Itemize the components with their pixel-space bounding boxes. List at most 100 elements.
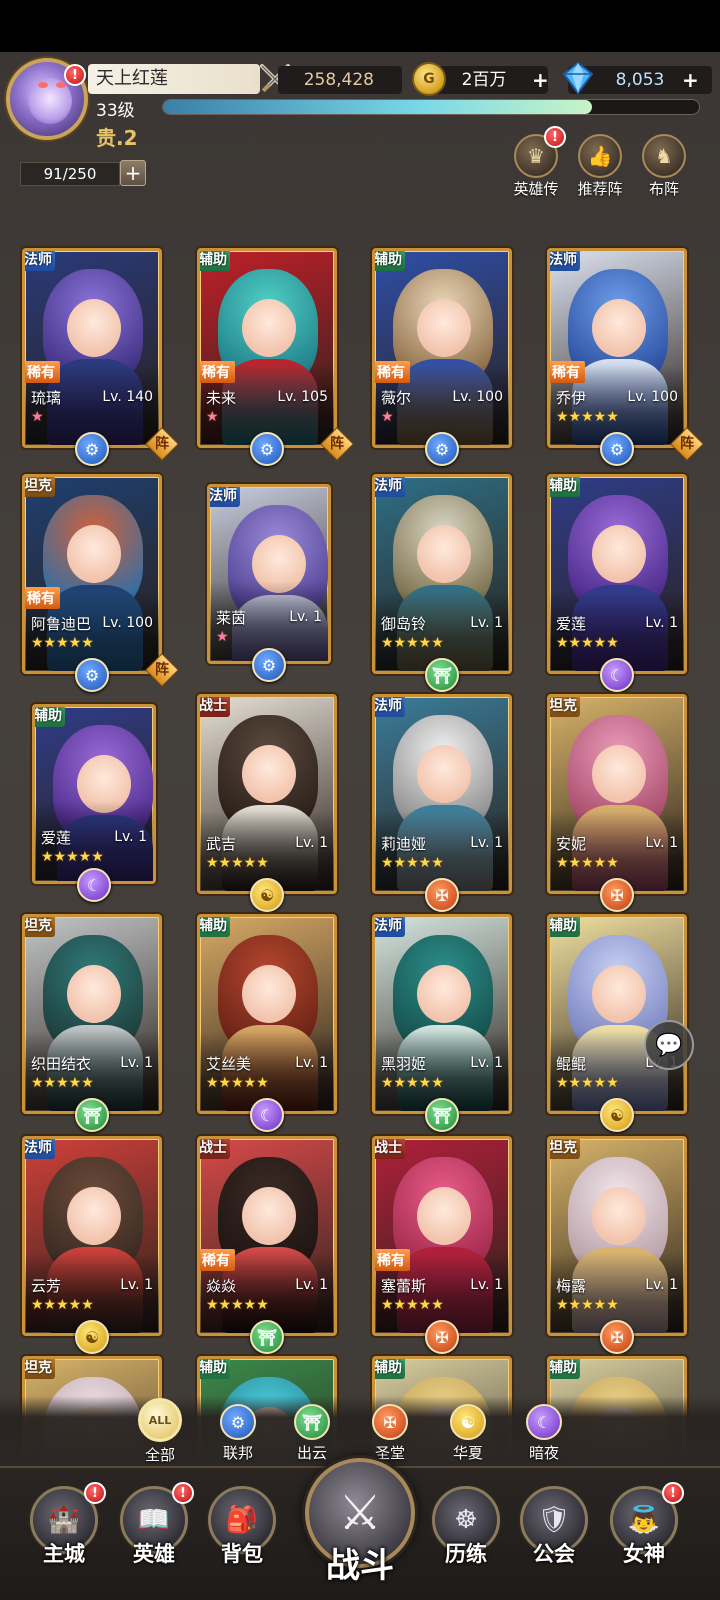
- hero-name: 黑羽姬: [381, 1055, 427, 1073]
- chat-bubble-icon[interactable]: 💬: [644, 1020, 694, 1070]
- hero-role-tag: 辅助: [200, 251, 230, 271]
- combat-power-value: 258,428: [278, 66, 402, 94]
- hero-portrait-face: [242, 965, 296, 1023]
- hero-card[interactable]: 法师 稀有 乔伊 Lv. 100 ★★★★★: [547, 248, 687, 448]
- goddess-alert-icon: !: [662, 1482, 684, 1504]
- hero-name: 安妮: [556, 835, 587, 853]
- hero-portrait-face: [242, 1187, 296, 1245]
- filter-shengtang[interactable]: ✠ 圣堂: [360, 1404, 420, 1463]
- hero-card[interactable]: 辅助 艾丝美 Lv. 1 ★★★★★: [197, 914, 337, 1114]
- hero-role-tag: 法师: [375, 917, 405, 937]
- filter-huaxia-label: 华夏: [452, 1444, 483, 1462]
- moon-icon: ☾: [600, 658, 634, 692]
- gear-icon: ⚙: [250, 432, 284, 466]
- nav-guild[interactable]: 🛡 公会: [514, 1486, 594, 1568]
- hero-portrait-face: [67, 299, 121, 357]
- avatar-eye: [56, 82, 66, 88]
- hero-card[interactable]: 法师 莱茵 Lv. 1 ★: [207, 484, 331, 664]
- filter-anye[interactable]: ☾ 暗夜: [514, 1404, 574, 1463]
- hero-card[interactable]: 法师 莉迪娅 Lv. 1 ★★★★★: [372, 694, 512, 894]
- hero-role-tag: 坦克: [25, 1359, 55, 1379]
- hero-card[interactable]: 坦克 织田结衣 Lv. 1 ★★★★★: [22, 914, 162, 1114]
- hero-card[interactable]: 坦克 梅露 Lv. 1 ★★★★★: [547, 1136, 687, 1336]
- add-gems-button[interactable]: +: [682, 70, 699, 90]
- hero-name: 鲲鲲: [556, 1055, 587, 1073]
- vip-level: 贵.2: [96, 126, 138, 150]
- hero-card[interactable]: 坦克 稀有 阿鲁迪巴 Lv. 100 ★★★★★: [22, 474, 162, 674]
- hero-name: 爱莲: [41, 829, 72, 847]
- hero-role-tag: 辅助: [375, 1359, 405, 1379]
- recommended-lineup-label: 推荐阵: [577, 180, 623, 198]
- hero-star-rating: ★★★★★: [206, 855, 269, 871]
- add-gold-button[interactable]: +: [532, 70, 549, 90]
- hero-level: Lv. 140: [102, 389, 153, 405]
- gear-icon: ⚙: [75, 658, 109, 692]
- hero-card[interactable]: 辅助 爱莲 Lv. 1 ★★★★★: [547, 474, 687, 674]
- moon-icon: ☾: [77, 868, 111, 902]
- formation-button[interactable]: ♞ 布阵: [634, 134, 694, 199]
- hero-level: Lv. 100: [452, 389, 503, 405]
- hero-level: Lv. 1: [645, 1277, 678, 1293]
- hero-card[interactable]: 法师 稀有 琉璃 Lv. 140 ★: [22, 248, 162, 448]
- hero-name: 梅露: [556, 1277, 587, 1295]
- nav-training[interactable]: ☸ 历练: [426, 1486, 506, 1568]
- bottom-navigation: 🏰 主城 ! 📖 英雄 ! 🎒 背包 ⚔ 战斗 ☸ 历练 🛡 公会 👼 女神 !: [0, 1458, 720, 1600]
- nav-battle[interactable]: ⚔ 战斗: [300, 1458, 420, 1598]
- hero-star-rating: ★★★★★: [41, 849, 104, 865]
- expand-roster-button[interactable]: +: [120, 160, 146, 186]
- chess-knight-icon: ♞: [642, 134, 686, 178]
- hero-level: Lv. 1: [295, 1055, 328, 1071]
- hero-card[interactable]: 法师 黑羽姬 Lv. 1 ★★★★★: [372, 914, 512, 1114]
- hero-card[interactable]: 坦克 安妮 Lv. 1 ★★★★★: [547, 694, 687, 894]
- hero-card[interactable]: 战士 稀有 塞蕾斯 Lv. 1 ★★★★★: [372, 1136, 512, 1336]
- nav-bag[interactable]: 🎒 背包: [202, 1486, 282, 1568]
- hero-star-rating: ★★★★★: [556, 635, 619, 651]
- hero-card[interactable]: 辅助鲲鲲Lv. 1★★★★★: [547, 914, 687, 1114]
- yin-yang-icon: ☯: [75, 1320, 109, 1354]
- hero-card[interactable]: 法师 御岛铃 Lv. 1 ★★★★★: [372, 474, 512, 674]
- holy-cross-icon: ✠: [600, 1320, 634, 1354]
- hero-star-rating: ★: [31, 409, 44, 425]
- hero-card[interactable]: 战士 稀有 焱焱 Lv. 1 ★★★★★: [197, 1136, 337, 1336]
- rare-badge: 稀有: [550, 361, 585, 383]
- hero-portrait-face: [67, 1187, 121, 1245]
- thumbs-up-icon: 👍: [578, 134, 622, 178]
- yin-yang-icon: ☯: [450, 1404, 486, 1440]
- holy-cross-icon: ✠: [425, 878, 459, 912]
- hero-portrait-face: [417, 965, 471, 1023]
- hero-level: Lv. 1: [120, 1055, 153, 1071]
- filter-all[interactable]: ALL 全部: [130, 1398, 190, 1465]
- hero-card[interactable]: 战士 武吉 Lv. 1 ★★★★★: [197, 694, 337, 894]
- hero-card[interactable]: 辅助 爱莲 Lv. 1 ★★★★★: [32, 704, 156, 884]
- rare-badge: 稀有: [25, 587, 60, 609]
- hero-card[interactable]: 辅助 稀有 未来 Lv. 105 ★: [197, 248, 337, 448]
- hero-card[interactable]: 法师 云芳 Lv. 1 ★★★★★: [22, 1136, 162, 1336]
- hero-star-rating: ★★★★★: [381, 1297, 444, 1313]
- hero-portrait-face: [417, 525, 471, 583]
- gem-value: 8,053: [615, 70, 665, 90]
- filter-lianbang[interactable]: ⚙ 联邦: [208, 1404, 268, 1463]
- filter-huaxia[interactable]: ☯ 华夏: [438, 1404, 498, 1463]
- hero-star-rating: ★★★★★: [206, 1297, 269, 1313]
- holy-cross-icon: ✠: [425, 1320, 459, 1354]
- formation-label: 布阵: [648, 180, 679, 198]
- hero-portrait-face: [242, 745, 296, 803]
- hero-card[interactable]: 辅助 稀有 薇尔 Lv. 100 ★: [372, 248, 512, 448]
- filter-chuyun[interactable]: ⛩ 出云: [282, 1404, 342, 1463]
- nav-training-label: 历练: [445, 1542, 487, 1566]
- torii-icon: ⛩: [425, 1098, 459, 1132]
- torii-icon: ⛩: [250, 1320, 284, 1354]
- formation-badge-label: 阵: [330, 436, 344, 452]
- nav-main-city-label: 主城: [43, 1542, 85, 1566]
- faction-filter-bar: ALL 全部 ⚙ 联邦 ⛩ 出云 ✠ 圣堂 ☯ 华夏 ☾ 暗夜: [0, 1396, 720, 1466]
- recommended-lineup-button[interactable]: 👍 推荐阵: [570, 134, 630, 199]
- hero-level: Lv. 100: [102, 615, 153, 631]
- heroes-alert-icon: !: [172, 1482, 194, 1504]
- formation-badge-label: 阵: [680, 436, 694, 452]
- hero-level: Lv. 1: [470, 1277, 503, 1293]
- hero-role-tag: 辅助: [375, 251, 405, 271]
- nav-bag-label: 背包: [221, 1542, 263, 1566]
- rare-badge: 稀有: [375, 1249, 410, 1271]
- formation-badge-label: 阵: [155, 436, 169, 452]
- hero-level: Lv. 1: [470, 835, 503, 851]
